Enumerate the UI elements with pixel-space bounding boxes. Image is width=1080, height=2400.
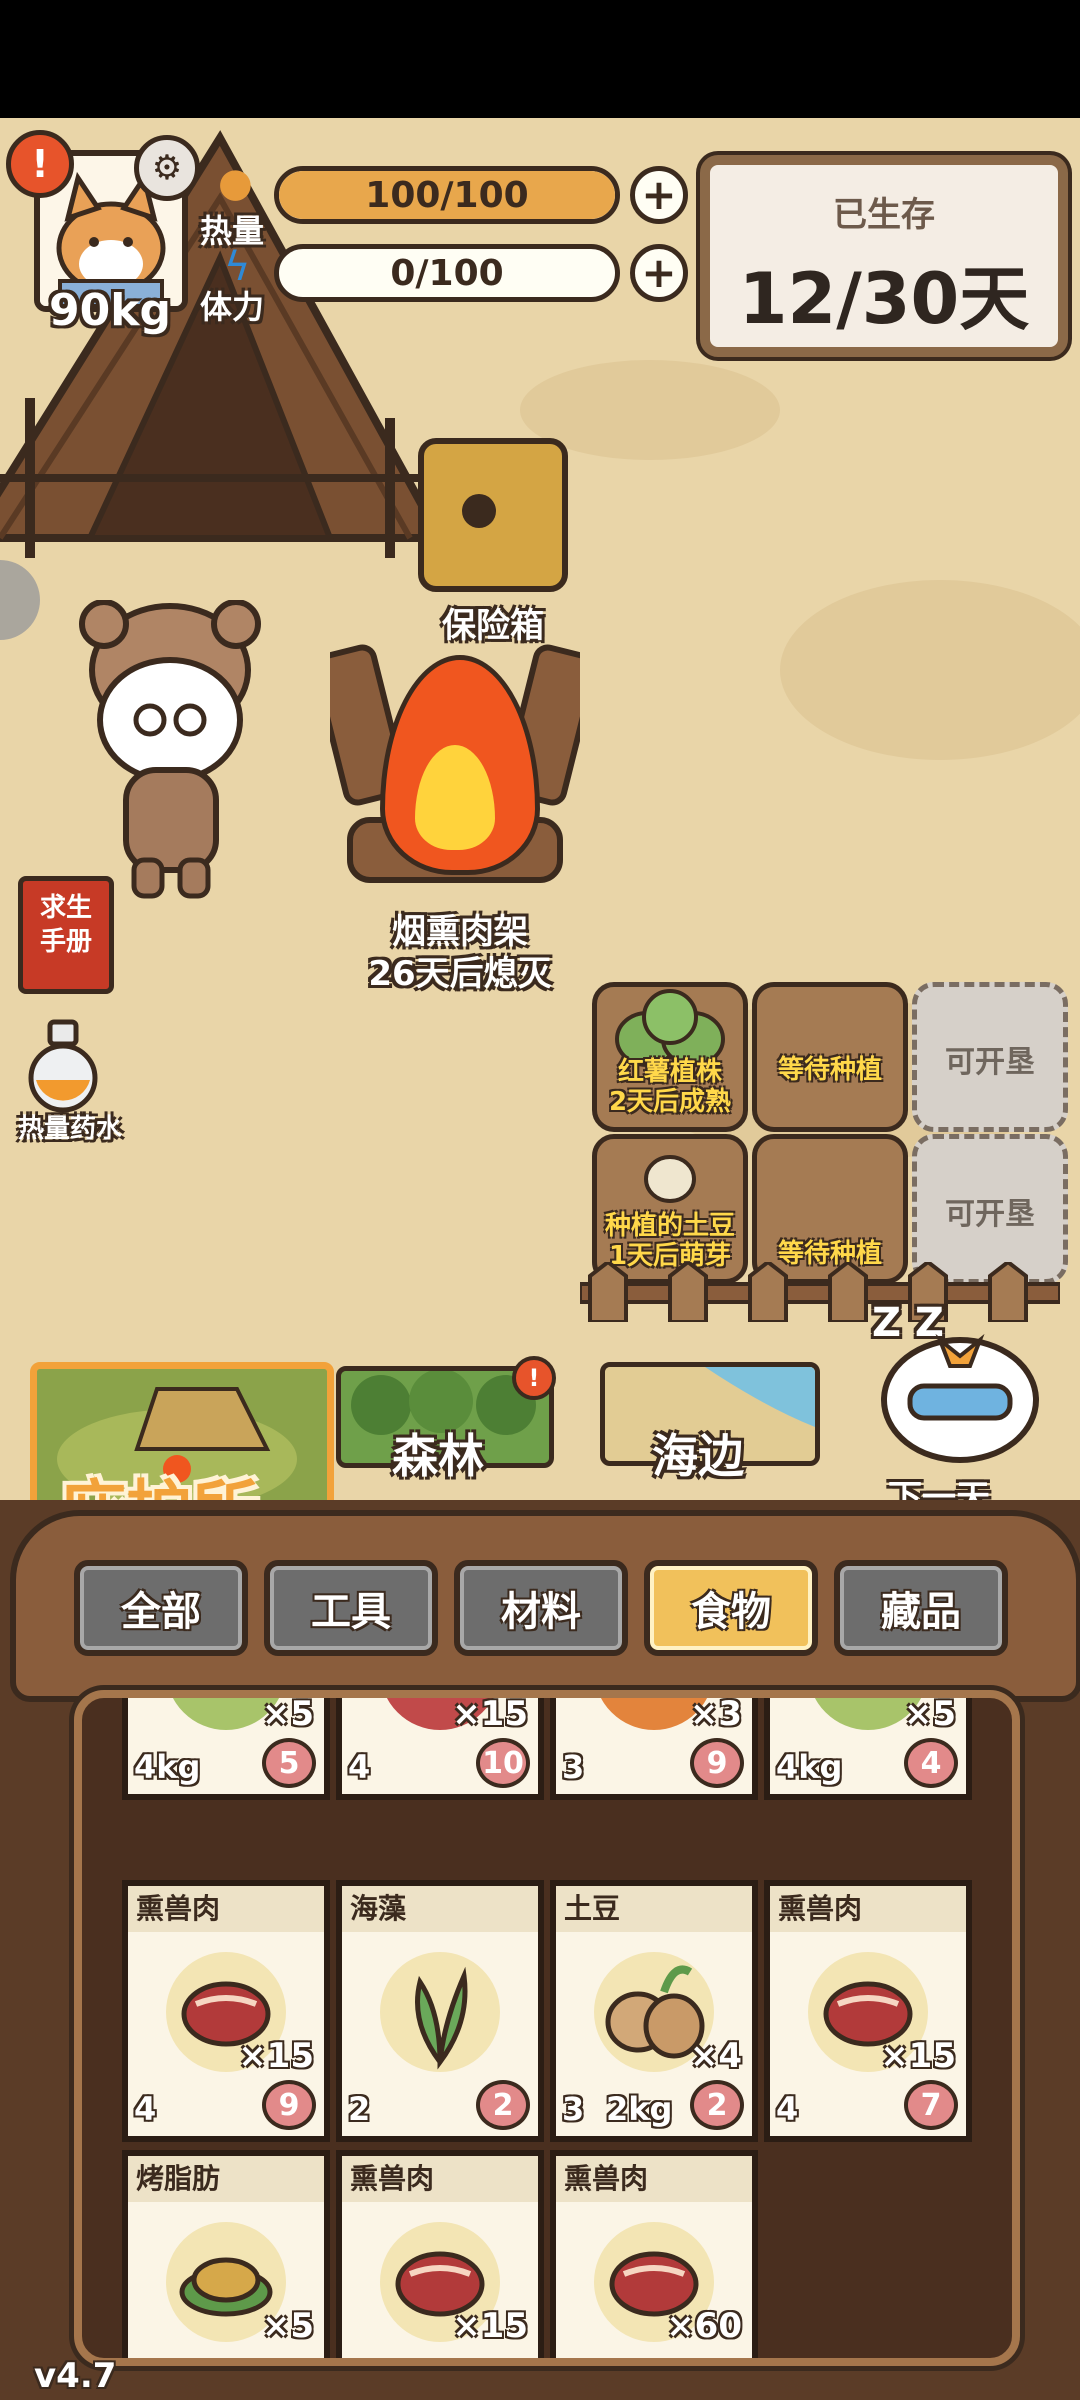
- item-pig-cost: 2: [690, 2080, 744, 2130]
- calorie-potion-icon[interactable]: [26, 1018, 100, 1114]
- tab-materials[interactable]: 材料: [454, 1560, 628, 1656]
- add-stamina-button[interactable]: +: [630, 244, 688, 302]
- inventory-grid: ×5 4kg 5 ×15 4 10 ×3 3 9 ×5 4kg 4 熏兽肉 ×1…: [74, 1690, 1020, 2366]
- fire-timer: 26天后熄灭: [368, 954, 552, 994]
- survival-days: 12/30天: [738, 258, 1030, 340]
- item-pig-cost: 10: [476, 1738, 530, 1788]
- item-value: 3: [562, 2090, 585, 2128]
- item-name: 熏兽肉: [770, 1886, 966, 1932]
- item-pig-cost: 7: [904, 2080, 958, 2130]
- plot-label: 红薯植株 2天后成熟: [608, 1057, 732, 1117]
- item-quantity: ×15: [452, 2306, 528, 2346]
- farm-plot-empty[interactable]: 等待种植: [752, 982, 908, 1132]
- safe-box[interactable]: [418, 438, 568, 592]
- item-quantity: ×5: [261, 1694, 314, 1734]
- location-beach-label: 海边: [652, 1429, 744, 1483]
- item-name: 烤脂肪: [128, 2156, 324, 2202]
- inventory-item[interactable]: 烤脂肪 ×5: [122, 2150, 330, 2358]
- inventory-item[interactable]: 熏兽肉 ×15: [336, 2150, 544, 2358]
- alert-badge: !: [6, 130, 74, 198]
- plot-label: 可开垦: [945, 1045, 1035, 1080]
- safe-knob-icon: [462, 494, 496, 528]
- item-value: 4kg: [134, 1748, 201, 1786]
- ground-patch: [780, 580, 1080, 760]
- item-weight: 2kg: [606, 2090, 673, 2128]
- farm-plot-locked[interactable]: 可开垦: [912, 982, 1068, 1132]
- inventory-item[interactable]: 土豆 ×4 3 2kg 2: [550, 1880, 758, 2142]
- location-forest-label: 森林: [392, 1429, 484, 1483]
- item-name: 土豆: [556, 1886, 752, 1932]
- seed-sprout-icon: [644, 1155, 696, 1203]
- item-value: 2: [348, 2090, 371, 2128]
- stomach-icon: ●: [218, 160, 253, 206]
- item-quantity: ×5: [261, 2306, 314, 2346]
- survival-manual-label: 求生 手册: [39, 893, 92, 957]
- item-quantity: ×15: [452, 1694, 528, 1734]
- item-quantity: ×60: [666, 2306, 742, 2346]
- tab-all[interactable]: 全部: [74, 1560, 248, 1656]
- item-pig-cost: 4: [904, 1738, 958, 1788]
- inventory-item[interactable]: ×5 4kg 4: [764, 1694, 972, 1800]
- item-value: 3: [562, 1748, 585, 1786]
- tab-food[interactable]: 食物: [644, 1560, 818, 1656]
- item-value: 4: [348, 1748, 371, 1786]
- player-character[interactable]: [70, 600, 270, 900]
- calories-value: 100/100: [365, 174, 529, 216]
- survival-manual-button[interactable]: 求生 手册: [18, 876, 114, 994]
- seaweed-icon: [380, 1952, 500, 2072]
- item-value: 4kg: [776, 1748, 843, 1786]
- status-bar: [0, 0, 1080, 118]
- calorie-potion-label: 热量药水: [17, 1114, 122, 1144]
- gear-icon[interactable]: ⚙: [134, 135, 200, 201]
- item-pig-cost: 9: [690, 1738, 744, 1788]
- forest-alert-badge: !: [512, 1356, 556, 1400]
- item-name: 海藻: [342, 1886, 538, 1932]
- item-quantity: ×5: [903, 1694, 956, 1734]
- inventory-item[interactable]: 海藻 2 2: [336, 1880, 544, 2142]
- inventory-item[interactable]: ×5 4kg 5: [122, 1694, 330, 1800]
- item-pig-cost: 2: [476, 2080, 530, 2130]
- item-name: 熏兽肉: [342, 2156, 538, 2202]
- inventory-item[interactable]: ×3 3 9: [550, 1694, 758, 1800]
- stamina-bar: 0/100: [274, 244, 620, 302]
- inventory-item[interactable]: 熏兽肉 ×15 4 9: [122, 1880, 330, 2142]
- stamina-label: 体力: [200, 288, 265, 326]
- item-quantity: ×15: [238, 2036, 314, 2076]
- calories-bar: 100/100: [274, 166, 620, 224]
- item-quantity: ×4: [689, 2036, 742, 2076]
- version-label: v4.7: [34, 2356, 117, 2396]
- inventory-item[interactable]: ×15 4 10: [336, 1694, 544, 1800]
- plot-label: 等待种植: [777, 1055, 882, 1085]
- item-pig-cost: 9: [262, 2080, 316, 2130]
- tab-collectibles[interactable]: 藏品: [834, 1560, 1008, 1656]
- inventory-item[interactable]: 熏兽肉 ×15 4 7: [764, 1880, 972, 2142]
- item-name: 熏兽肉: [556, 2156, 752, 2202]
- add-calories-button[interactable]: +: [630, 166, 688, 224]
- item-quantity: ×3: [689, 1694, 742, 1734]
- player-weight: 90kg: [49, 285, 171, 336]
- survival-title: 已生存: [833, 195, 935, 235]
- item-value: 4: [776, 2090, 799, 2128]
- plot-label: 可开垦: [945, 1197, 1035, 1232]
- farm-plot-sweet-potato[interactable]: 红薯植株 2天后成熟: [592, 982, 748, 1132]
- item-quantity: ×15: [880, 2036, 956, 2076]
- tab-tools[interactable]: 工具: [264, 1560, 438, 1656]
- item-pig-cost: 5: [262, 1738, 316, 1788]
- survival-counter-board: 已生存 12/30天: [700, 155, 1068, 357]
- stamina-value: 0/100: [390, 252, 504, 294]
- item-name: 熏兽肉: [128, 1886, 324, 1932]
- inventory-item[interactable]: 熏兽肉 ×60: [550, 2150, 758, 2358]
- next-day-character[interactable]: [870, 1310, 1050, 1470]
- item-value: 4: [134, 2090, 157, 2128]
